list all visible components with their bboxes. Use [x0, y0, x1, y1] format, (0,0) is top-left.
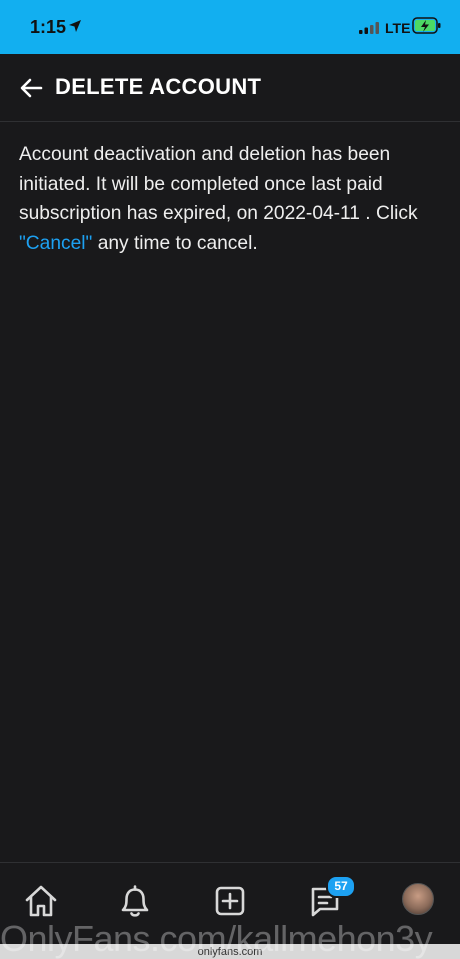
location-arrow-icon — [68, 19, 82, 38]
nav-notifications[interactable] — [115, 881, 155, 921]
signal-icon — [359, 21, 381, 39]
page-header: DELETE ACCOUNT — [0, 54, 460, 122]
watermark-text: OnlyFans.com/kallmehon3y — [0, 918, 433, 959]
avatar[interactable] — [402, 883, 434, 915]
arrow-left-icon — [20, 78, 43, 98]
deletion-message: Account deactivation and deletion has be… — [19, 140, 439, 258]
message-text: Account deactivation and deletion has be… — [19, 144, 418, 224]
cancel-link[interactable]: "Cancel" — [19, 233, 92, 254]
nav-home[interactable] — [21, 881, 61, 921]
battery-charging-icon — [412, 17, 442, 40]
home-icon — [25, 885, 57, 917]
message-text-end: any time to cancel. — [92, 232, 258, 254]
back-button[interactable] — [17, 76, 45, 100]
messages-badge: 57 — [326, 875, 356, 898]
screen: 1:15 LTE DELETE ACCOUNT Account deactiva… — [0, 0, 460, 959]
nav-new-post[interactable] — [210, 881, 250, 921]
bell-icon — [121, 885, 149, 917]
network-type: LTE — [385, 20, 411, 36]
status-bar: 1:15 LTE — [0, 0, 460, 54]
status-time: 1:15 — [30, 17, 67, 37]
page-title: DELETE ACCOUNT — [55, 74, 262, 99]
plus-square-icon — [215, 886, 245, 916]
